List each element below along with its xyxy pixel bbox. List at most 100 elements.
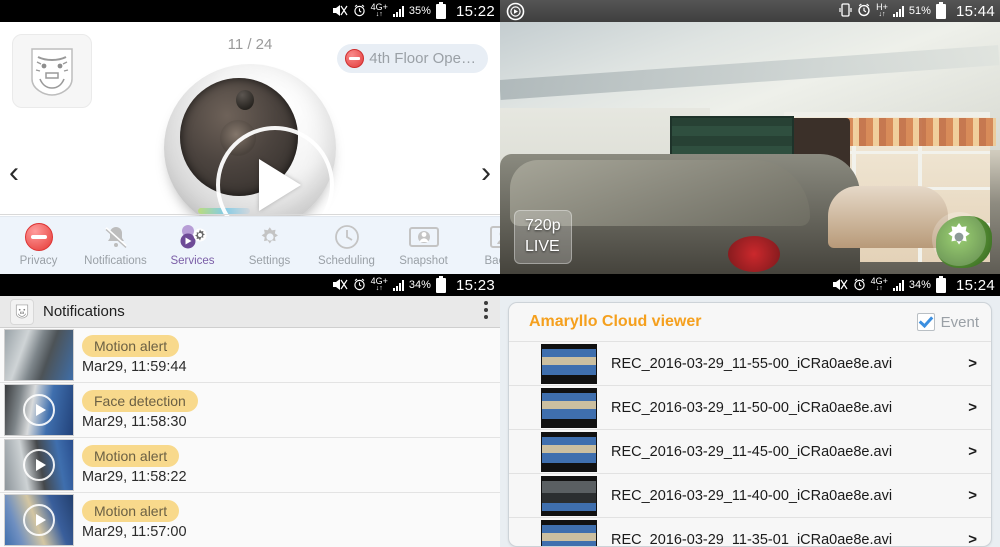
red-flowers: [728, 236, 780, 272]
status-badge: Motion alert: [82, 445, 180, 467]
chevron-right-icon[interactable]: >: [968, 531, 977, 546]
chevron-right-icon[interactable]: >: [968, 399, 977, 416]
notification-thumbnail[interactable]: [4, 329, 74, 381]
device-toolbar: Privacy Notifications Services Settings …: [0, 216, 500, 274]
chevron-right-icon[interactable]: >: [968, 487, 977, 504]
play-icon: [23, 449, 55, 481]
status-badge: Face detection: [82, 390, 198, 412]
play-triangle-icon: [259, 158, 301, 211]
list-item[interactable]: Motion alert Mar29, 11:57:00: [0, 493, 500, 547]
cloud-viewer-card: Amaryllo Cloud viewer Event REC_2016-03-…: [508, 302, 992, 547]
table-row[interactable]: REC_2016-03-29_11-35-01_iCRa0ae8e.avi >: [509, 517, 991, 547]
status-clock: 15:23: [455, 276, 495, 294]
signal-icon: [892, 5, 904, 17]
network-type-label: H+ ↓↑: [876, 2, 888, 19]
recording-thumbnail: [541, 519, 597, 546]
status-clock: 15:44: [955, 2, 995, 20]
signal-icon: [392, 5, 404, 17]
recording-thumbnail: [541, 475, 597, 516]
recording-filename: REC_2016-03-29_11-55-00_iCRa0ae8e.avi: [611, 355, 893, 372]
recording-filename: REC_2016-03-29_11-35-01_iCRa0ae8e.avi: [611, 531, 893, 547]
network-type-label: 4G+ ↓↑: [870, 276, 888, 293]
screenshot-grid: 4G+ ↓↑ 35% 15:22 11 / 24 4th Floor Ope… …: [0, 0, 1000, 547]
alarm-icon: [853, 278, 866, 293]
recording-filename: REC_2016-03-29_11-40-00_iCRa0ae8e.avi: [611, 487, 893, 504]
event-filter-checkbox[interactable]: Event: [916, 313, 979, 331]
page-title: Notifications: [43, 303, 125, 320]
live-settings-button[interactable]: [932, 212, 986, 266]
page-title: Amaryllo Cloud viewer: [529, 313, 702, 330]
toolbar-item-privacy[interactable]: Privacy: [0, 221, 77, 267]
battery-percent: 35%: [408, 5, 431, 17]
toolbar-item-scheduling[interactable]: Scheduling: [308, 221, 385, 267]
battery-percent: 51%: [908, 5, 931, 17]
resolution-label: 720p: [525, 217, 561, 234]
panel-device-home: 4G+ ↓↑ 35% 15:22 11 / 24 4th Floor Ope… …: [0, 0, 500, 274]
live-video-stream[interactable]: 720p LIVE: [500, 22, 1000, 274]
stream-quality-badge[interactable]: 720p LIVE: [514, 210, 572, 264]
list-item[interactable]: Motion alert Mar29, 11:59:44: [0, 328, 500, 383]
notification-thumbnail[interactable]: [4, 439, 74, 491]
notification-thumbnail[interactable]: [4, 384, 74, 436]
status-clock: 15:22: [455, 2, 495, 20]
toolbar-divider: [0, 214, 500, 215]
recording-filename: REC_2016-03-29_11-50-00_iCRa0ae8e.avi: [611, 399, 893, 416]
table-row[interactable]: REC_2016-03-29_11-45-00_iCRa0ae8e.avi >: [509, 429, 991, 473]
table-row[interactable]: REC_2016-03-29_11-50-00_iCRa0ae8e.avi >: [509, 385, 991, 429]
chevron-right-icon[interactable]: >: [968, 443, 977, 460]
battery-percent: 34%: [908, 279, 931, 291]
panel-live-view: H+ ↓↑ 51% 15:44 720p LIVE: [500, 0, 1000, 274]
toolbar-item-services[interactable]: Services: [154, 221, 231, 267]
table-row[interactable]: REC_2016-03-29_11-40-00_iCRa0ae8e.avi >: [509, 473, 991, 517]
brand-logo-icon: [10, 298, 34, 325]
next-device-button[interactable]: ›: [481, 158, 491, 188]
toolbar-label: Backg: [484, 255, 500, 267]
panel-notifications: 4G+ ↓↑ 34% 15:23 Notifications Motion ale…: [0, 274, 500, 547]
battery-icon: [435, 1, 446, 19]
recording-thumbnail: [541, 343, 597, 384]
gear-icon: [942, 220, 976, 259]
live-label: LIVE: [525, 238, 560, 255]
alarm-icon: [353, 4, 366, 19]
services-icon: [178, 221, 208, 253]
mute-icon: [332, 4, 348, 19]
battery-icon: [935, 1, 946, 19]
toolbar-item-settings[interactable]: Settings: [231, 221, 308, 267]
list-item[interactable]: Face detection Mar29, 11:58:30: [0, 383, 500, 438]
panel-cloud-viewer: 4G+ ↓↑ 34% 15:24 Amaryllo Cloud viewer Ev…: [500, 274, 1000, 547]
status-bar-live: H+ ↓↑ 51% 15:44: [500, 0, 1000, 22]
status-bar-device: 4G+ ↓↑ 35% 15:22: [0, 0, 500, 22]
notifications-list[interactable]: Motion alert Mar29, 11:59:44 Face detect…: [0, 328, 500, 547]
signal-icon: [392, 279, 404, 291]
signal-icon: [892, 279, 904, 291]
toolbar-item-background[interactable]: Backg: [462, 221, 500, 267]
notification-thumbnail[interactable]: [4, 494, 74, 546]
checkbox-icon: [916, 313, 935, 331]
toolbar-label: Services: [170, 255, 215, 267]
chevron-right-icon[interactable]: >: [968, 355, 977, 372]
person-on-sofa: [828, 186, 948, 248]
play-icon: [23, 504, 55, 536]
toolbar-label: Settings: [248, 255, 291, 267]
notification-time: Mar29, 11:59:44: [82, 359, 187, 375]
status-badge: Motion alert: [82, 335, 180, 357]
network-type-label: 4G+ ↓↑: [370, 2, 388, 19]
toolbar-item-notifications[interactable]: Notifications: [77, 221, 154, 267]
vibrate-icon: [839, 3, 852, 19]
battery-icon: [935, 275, 946, 293]
device-preview[interactable]: [0, 60, 500, 244]
toolbar-label: Snapshot: [399, 255, 448, 267]
list-item[interactable]: Motion alert Mar29, 11:58:22: [0, 438, 500, 493]
status-badge: Motion alert: [82, 500, 180, 522]
mute-icon: [332, 278, 348, 293]
kebab-menu-icon[interactable]: [484, 301, 488, 319]
toolbar-label: Privacy: [19, 255, 58, 267]
prev-device-button[interactable]: ‹: [9, 158, 19, 188]
cloud-viewer-header: Amaryllo Cloud viewer Event: [509, 303, 991, 341]
toolbar-item-snapshot[interactable]: Snapshot: [385, 221, 462, 267]
alarm-icon: [353, 278, 366, 293]
notification-time: Mar29, 11:58:22: [82, 469, 187, 485]
status-bar-notifications: 4G+ ↓↑ 34% 15:23: [0, 274, 500, 296]
camera-icon: [408, 221, 440, 253]
table-row[interactable]: REC_2016-03-29_11-55-00_iCRa0ae8e.avi >: [509, 341, 991, 385]
